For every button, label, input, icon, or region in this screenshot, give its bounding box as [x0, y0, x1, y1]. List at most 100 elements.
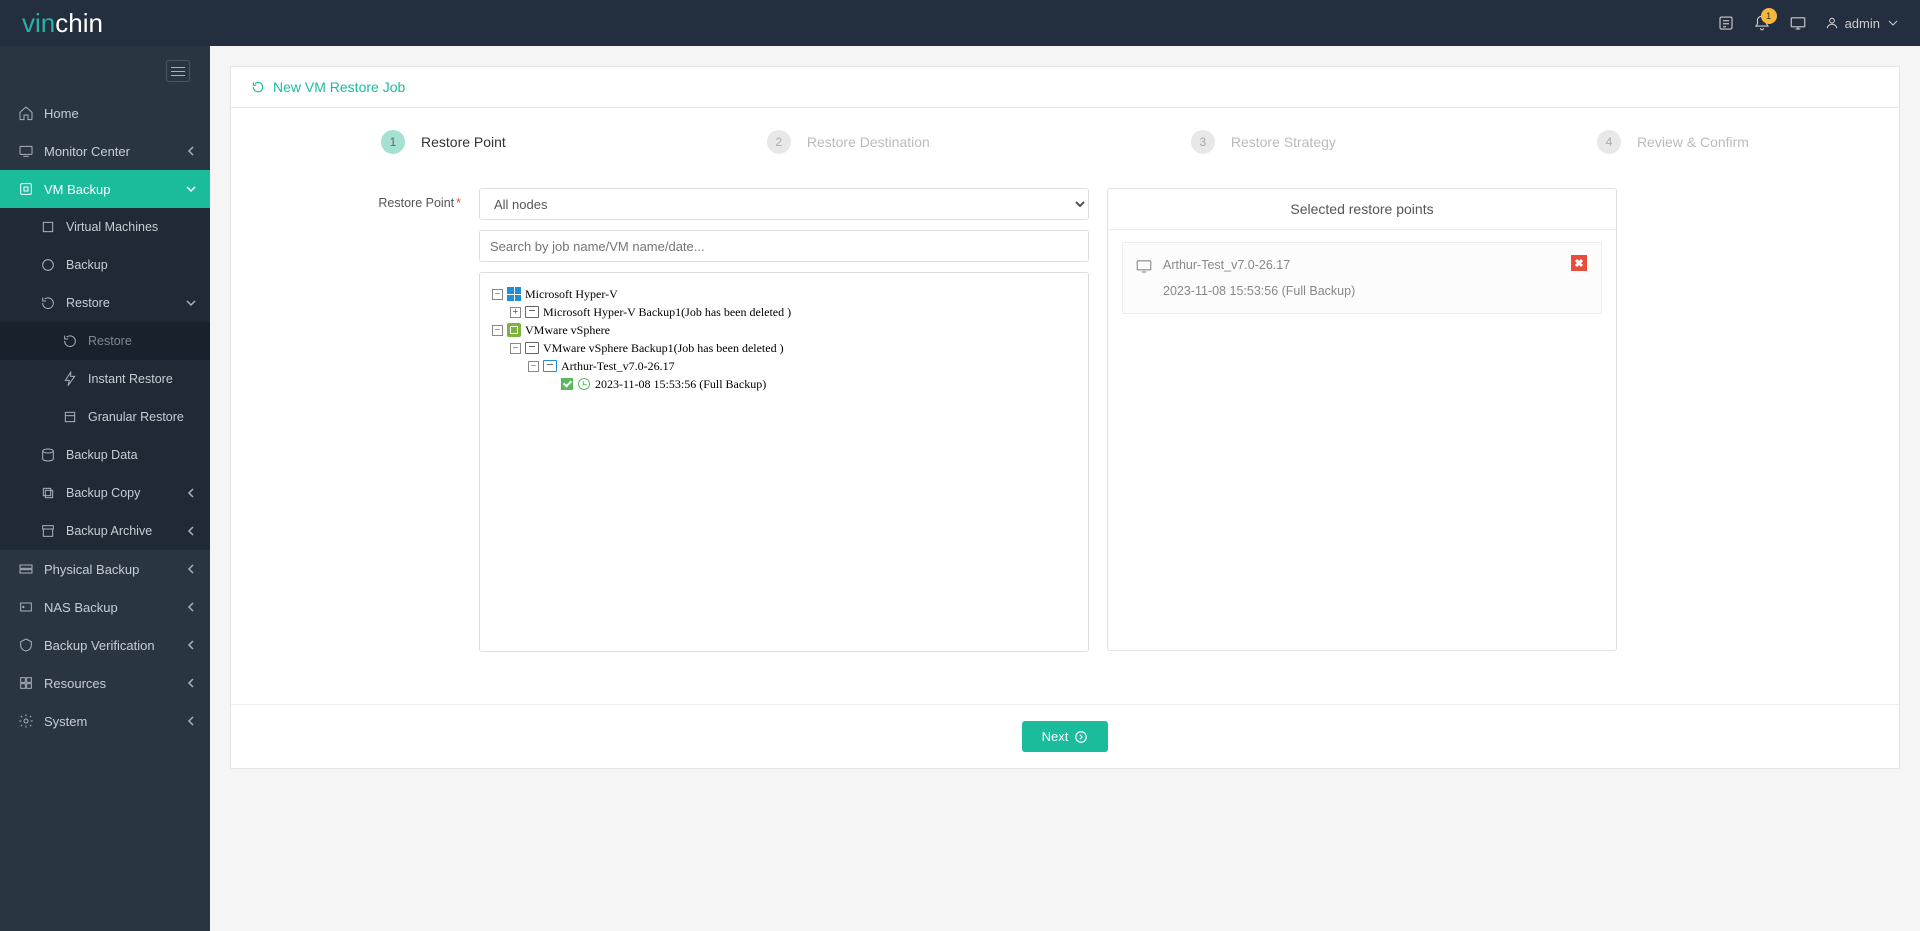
- chevron-left-icon: [186, 564, 196, 574]
- chevron-down-icon: [186, 298, 196, 308]
- step-restore-destination[interactable]: 2 Restore Destination: [767, 130, 930, 154]
- tree-collapse-icon[interactable]: −: [510, 343, 521, 354]
- tree-node-vm[interactable]: Arthur-Test_v7.0-26.17: [561, 358, 675, 374]
- vm-icon: [40, 219, 56, 235]
- step-label: Review & Confirm: [1637, 134, 1749, 150]
- field-label-restore-point: Restore Point*: [361, 188, 461, 210]
- chevron-left-icon: [186, 640, 196, 650]
- logo-part1: vin: [22, 8, 55, 39]
- sidebar-item-vm-backup[interactable]: VM Backup: [0, 170, 210, 208]
- chevron-left-icon: [186, 678, 196, 688]
- checkbox-checked-icon[interactable]: [561, 378, 573, 390]
- sidebar-item-label: Physical Backup: [44, 562, 139, 577]
- monitor-icon[interactable]: [1789, 14, 1807, 32]
- sidebar-item-backup[interactable]: Backup: [0, 246, 210, 284]
- sidebar-item-backup-copy[interactable]: Backup Copy: [0, 474, 210, 512]
- step-restore-point[interactable]: 1 Restore Point: [381, 130, 506, 154]
- restore-icon: [40, 295, 56, 311]
- chevron-left-icon: [186, 526, 196, 536]
- backup-icon: [40, 257, 56, 273]
- sidebar-item-restore-sub[interactable]: Restore: [0, 322, 210, 360]
- page-title: New VM Restore Job: [273, 79, 405, 95]
- vm-backup-icon: [18, 181, 34, 197]
- log-icon[interactable]: [1717, 14, 1735, 32]
- chevron-down-icon: [186, 184, 196, 194]
- sidebar-item-label: Monitor Center: [44, 144, 130, 159]
- sidebar-item-label: NAS Backup: [44, 600, 118, 615]
- restore-icon: [251, 80, 265, 94]
- sidebar-item-virtual-machines[interactable]: Virtual Machines: [0, 208, 210, 246]
- sidebar-toggle[interactable]: [166, 60, 190, 82]
- restore-icon: [62, 333, 78, 349]
- logo[interactable]: vinchin: [22, 8, 103, 39]
- remove-selected-button[interactable]: [1571, 255, 1587, 271]
- restore-point-tree[interactable]: − Microsoft Hyper-V + Microsoft Hyper-V …: [479, 272, 1089, 652]
- tree-node-vsphere[interactable]: VMware vSphere: [525, 322, 610, 338]
- sidebar-item-label: Backup Data: [66, 448, 138, 462]
- sidebar-item-backup-data[interactable]: Backup Data: [0, 436, 210, 474]
- chevron-left-icon: [186, 602, 196, 612]
- home-icon: [18, 105, 34, 121]
- sidebar-item-label: Virtual Machines: [66, 220, 158, 234]
- sidebar-item-instant-restore[interactable]: Instant Restore: [0, 360, 210, 398]
- sidebar-item-resources[interactable]: Resources: [0, 664, 210, 702]
- monitor-center-icon: [18, 143, 34, 159]
- tree-collapse-icon[interactable]: −: [492, 325, 503, 336]
- sidebar-item-label: System: [44, 714, 87, 729]
- wizard-steps: 1 Restore Point 2 Restore Destination 3 …: [361, 130, 1769, 188]
- arrow-right-circle-icon: [1074, 730, 1088, 744]
- granular-restore-icon: [62, 409, 78, 425]
- tree-collapse-icon[interactable]: −: [528, 361, 539, 372]
- sidebar-item-label: Instant Restore: [88, 372, 173, 386]
- sidebar-item-label: Backup Verification: [44, 638, 155, 653]
- vm-node-icon: [543, 359, 557, 373]
- selected-vm-name: Arthur-Test_v7.0-26.17: [1163, 255, 1355, 275]
- sidebar-item-home[interactable]: Home: [0, 94, 210, 132]
- sidebar-item-label: Granular Restore: [88, 410, 184, 424]
- resources-icon: [18, 675, 34, 691]
- server-icon: [525, 305, 539, 319]
- sidebar-item-granular-restore[interactable]: Granular Restore: [0, 398, 210, 436]
- sidebar-item-system[interactable]: System: [0, 702, 210, 740]
- backup-data-icon: [40, 447, 56, 463]
- tree-collapse-icon[interactable]: −: [492, 289, 503, 300]
- gear-icon: [18, 713, 34, 729]
- step-label: Restore Destination: [807, 134, 930, 150]
- sidebar-item-nas-backup[interactable]: NAS Backup: [0, 588, 210, 626]
- selected-restore-point-item: Arthur-Test_v7.0-26.17 2023-11-08 15:53:…: [1122, 242, 1602, 314]
- tree-node-hyperv[interactable]: Microsoft Hyper-V: [525, 286, 618, 302]
- step-restore-strategy[interactable]: 3 Restore Strategy: [1191, 130, 1336, 154]
- sidebar-item-restore[interactable]: Restore: [0, 284, 210, 322]
- chevron-left-icon: [186, 488, 196, 498]
- step-number: 3: [1191, 130, 1215, 154]
- node-select[interactable]: All nodes: [479, 188, 1089, 220]
- bell-icon[interactable]: 1: [1753, 14, 1771, 32]
- sidebar-item-label: Restore: [88, 334, 132, 348]
- page-title-bar: New VM Restore Job: [231, 67, 1899, 108]
- tree-node-restore-point[interactable]: 2023-11-08 15:53:56 (Full Backup): [595, 376, 766, 392]
- step-review-confirm[interactable]: 4 Review & Confirm: [1597, 130, 1749, 154]
- chevron-down-icon: [1888, 18, 1898, 28]
- verification-icon: [18, 637, 34, 653]
- windows-icon: [507, 287, 521, 301]
- nas-backup-icon: [18, 599, 34, 615]
- chevron-left-icon: [186, 146, 196, 156]
- sidebar-item-backup-archive[interactable]: Backup Archive: [0, 512, 210, 550]
- sidebar-item-label: Backup Copy: [66, 486, 140, 500]
- sidebar-item-backup-verification[interactable]: Backup Verification: [0, 626, 210, 664]
- sidebar-item-label: Resources: [44, 676, 106, 691]
- backup-copy-icon: [40, 485, 56, 501]
- sidebar-item-label: Backup: [66, 258, 108, 272]
- sidebar-item-physical-backup[interactable]: Physical Backup: [0, 550, 210, 588]
- sidebar-item-label: Restore: [66, 296, 110, 310]
- next-button-label: Next: [1042, 729, 1069, 744]
- user-menu[interactable]: admin: [1825, 16, 1898, 31]
- tree-node-vsphere-job[interactable]: VMware vSphere Backup1(Job has been dele…: [543, 340, 784, 356]
- tree-node-hyperv-job[interactable]: Microsoft Hyper-V Backup1(Job has been d…: [543, 304, 791, 320]
- tree-expand-icon[interactable]: +: [510, 307, 521, 318]
- user-name: admin: [1845, 16, 1880, 31]
- vmware-icon: [507, 323, 521, 337]
- sidebar-item-monitor-center[interactable]: Monitor Center: [0, 132, 210, 170]
- next-button[interactable]: Next: [1022, 721, 1109, 752]
- search-input[interactable]: [479, 230, 1089, 262]
